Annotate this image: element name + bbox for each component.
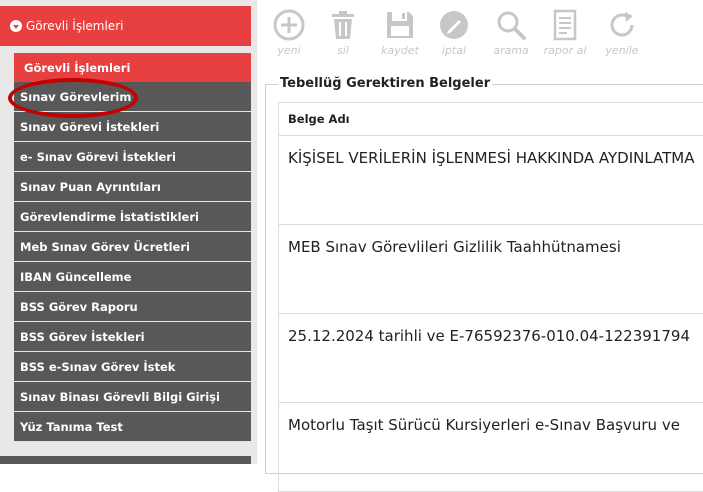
cancel-label: iptal	[441, 44, 467, 57]
sidebar-item-bss-e-sinav-gorev-istek[interactable]: BSS e-Sınav Görev İstek	[14, 352, 251, 382]
save-label: kaydet	[381, 44, 419, 57]
sidebar: Görevli İşlemleri Görevli İşlemleri Sına…	[0, 0, 257, 464]
search-button[interactable]: arama	[481, 8, 541, 57]
refresh-button[interactable]: yenile	[592, 8, 652, 57]
refresh-label: yenile	[605, 44, 639, 57]
table-row[interactable]: MEB Sınav Görevlileri Gizlilik Taahhütna…	[278, 225, 703, 314]
table-row[interactable]: Motorlu Taşıt Sürücü Kursiyerleri e-Sına…	[278, 403, 703, 492]
sidebar-item-yuz-tanima-test[interactable]: Yüz Tanıma Test	[14, 412, 251, 442]
panel-title: Tebellüğ Gerektiren Belgeler	[278, 76, 493, 91]
sidebar-item-sinav-gorevi-istekleri[interactable]: Sınav Görevi İstekleri	[14, 112, 251, 142]
table-row[interactable]: 25.12.2024 tarihli ve E-76592376-010.04-…	[278, 314, 703, 403]
report-button[interactable]: rapor al	[535, 8, 595, 57]
sidebar-menu: Sınav Görevlerim Sınav Görevi İstekleri …	[14, 82, 251, 442]
delete-button[interactable]: sil	[313, 8, 373, 57]
sidebar-item-gorevlendirme-istatistikleri[interactable]: Görevlendirme İstatistikleri	[14, 202, 251, 232]
plus-circle-icon	[273, 9, 305, 41]
floppy-disk-icon	[387, 12, 413, 38]
table-row[interactable]: KİŞİSEL VERİLERİN İŞLENMESİ HAKKINDA AYD…	[278, 136, 703, 225]
sidebar-item-active[interactable]: Görevli İşlemleri	[14, 53, 251, 82]
sidebar-item-bss-gorev-raporu[interactable]: BSS Görev Raporu	[14, 292, 251, 322]
sidebar-item-sinav-binasi-gorevli-bilgi-girisi[interactable]: Sınav Binası Görevli Bilgi Girişi	[14, 382, 251, 412]
collapse-arrow-icon	[10, 20, 22, 32]
delete-label: sil	[337, 44, 349, 57]
sidebar-item-sinav-puan-ayrintilari[interactable]: Sınav Puan Ayrıntıları	[14, 172, 251, 202]
save-button[interactable]: kaydet	[370, 8, 430, 57]
new-button[interactable]: yeni	[259, 8, 319, 57]
sidebar-next-section[interactable]	[0, 456, 251, 464]
sidebar-item-sinav-gorevlerim[interactable]: Sınav Görevlerim	[14, 82, 251, 112]
column-header-belge-adi[interactable]: Belge Adı	[278, 102, 703, 136]
sidebar-item-bss-gorev-istekleri[interactable]: BSS Görev İstekleri	[14, 322, 251, 352]
refresh-icon	[610, 12, 634, 37]
sidebar-item-e-sinav-gorevi-istekleri[interactable]: e- Sınav Görevi İstekleri	[14, 142, 251, 172]
report-label: rapor al	[543, 44, 587, 57]
section-header-gorevli-islemleri[interactable]: Görevli İşlemleri	[0, 6, 251, 46]
documents-table: Belge Adı KİŞİSEL VERİLERİN İŞLENMESİ HA…	[278, 102, 703, 492]
report-document-icon	[553, 9, 577, 41]
sidebar-item-meb-sinav-gorev-ucretleri[interactable]: Meb Sınav Görev Ücretleri	[14, 232, 251, 262]
cancel-pencil-icon	[440, 11, 468, 39]
search-icon	[497, 11, 526, 40]
search-label: arama	[493, 44, 529, 57]
cancel-button[interactable]: iptal	[424, 8, 484, 57]
toolbar: yeni sil kaydet iptal arama rapor al yen…	[265, 4, 703, 59]
trash-icon	[332, 11, 354, 39]
section-title: Görevli İşlemleri	[26, 19, 124, 33]
new-label: yeni	[277, 44, 301, 57]
sidebar-item-iban-guncelleme[interactable]: IBAN Güncelleme	[14, 262, 251, 292]
